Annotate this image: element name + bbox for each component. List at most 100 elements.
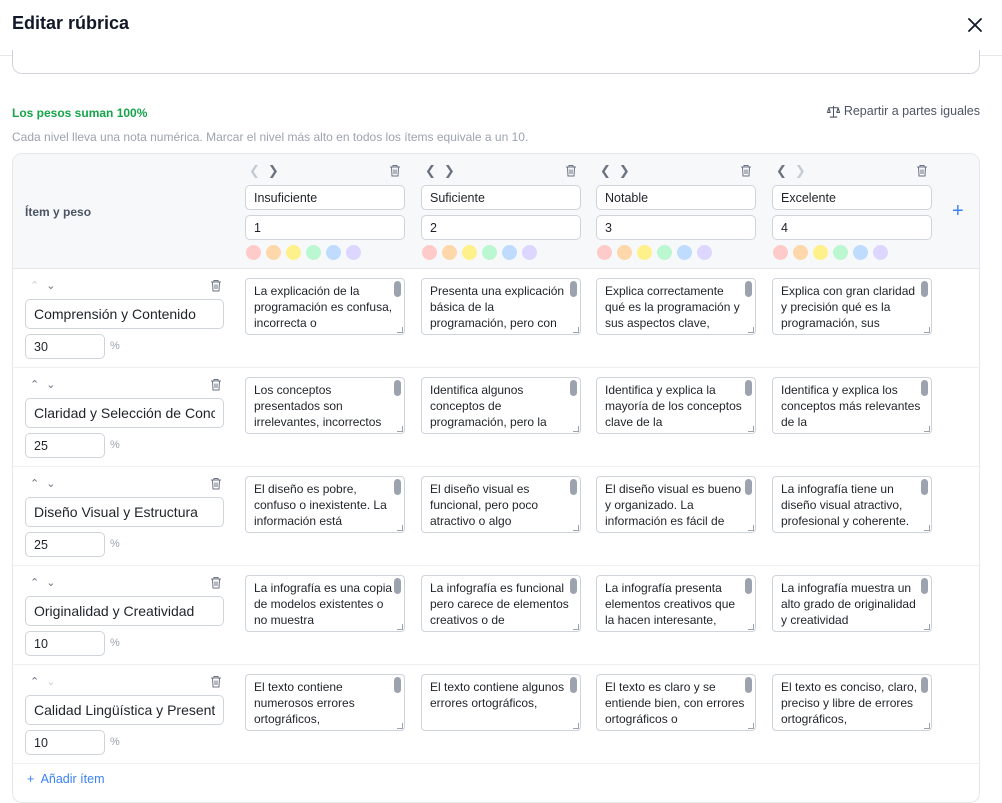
descriptor-textarea[interactable]: El diseño es pobre, confuso o inexistent… bbox=[245, 476, 405, 533]
close-icon[interactable] bbox=[964, 14, 986, 36]
distribute-equally-button[interactable]: Repartir a partes iguales bbox=[826, 104, 980, 118]
scrollbar-thumb[interactable] bbox=[570, 380, 577, 396]
resize-grip-icon[interactable] bbox=[748, 525, 754, 531]
level-name-input[interactable] bbox=[772, 185, 932, 210]
resize-grip-icon[interactable] bbox=[573, 525, 579, 531]
color-swatch[interactable] bbox=[697, 245, 712, 260]
color-swatch[interactable] bbox=[346, 245, 361, 260]
descriptor-textarea[interactable]: Explica con gran claridad y precisión qu… bbox=[772, 278, 932, 335]
color-swatch[interactable] bbox=[597, 245, 612, 260]
item-weight-input[interactable] bbox=[25, 334, 105, 359]
chevron-left-icon[interactable]: ❮ bbox=[249, 163, 260, 179]
color-swatch[interactable] bbox=[442, 245, 457, 260]
chevron-up-icon[interactable]: ⌃ bbox=[30, 477, 39, 490]
chevron-down-icon[interactable]: ⌄ bbox=[46, 279, 55, 292]
trash-icon[interactable] bbox=[740, 164, 752, 182]
color-swatch[interactable] bbox=[853, 245, 868, 260]
scrollbar-thumb[interactable] bbox=[745, 479, 752, 495]
resize-grip-icon[interactable] bbox=[748, 426, 754, 432]
chevron-up-icon[interactable]: ⌃ bbox=[30, 279, 39, 292]
level-score-input[interactable] bbox=[772, 215, 932, 240]
color-swatch[interactable] bbox=[246, 245, 261, 260]
color-swatch[interactable] bbox=[462, 245, 477, 260]
resize-grip-icon[interactable] bbox=[573, 624, 579, 630]
resize-grip-icon[interactable] bbox=[397, 327, 403, 333]
descriptor-textarea[interactable]: Identifica y explica los conceptos más r… bbox=[772, 377, 932, 434]
descriptor-textarea[interactable]: Los conceptos presentados son irrelevant… bbox=[245, 377, 405, 434]
scrollbar-thumb[interactable] bbox=[745, 281, 752, 297]
scrollbar-thumb[interactable] bbox=[921, 677, 928, 693]
chevron-left-icon[interactable]: ❮ bbox=[425, 163, 436, 179]
descriptor-textarea[interactable]: La explicación de la programación es con… bbox=[245, 278, 405, 335]
color-swatch[interactable] bbox=[502, 245, 517, 260]
chevron-right-icon[interactable]: ❯ bbox=[444, 163, 455, 179]
scrollbar-thumb[interactable] bbox=[921, 281, 928, 297]
scrollbar-thumb[interactable] bbox=[394, 479, 401, 495]
item-weight-input[interactable] bbox=[25, 730, 105, 755]
add-item-button[interactable]: + Añadir ítem bbox=[27, 772, 104, 786]
chevron-left-icon[interactable]: ❮ bbox=[600, 163, 611, 179]
chevron-left-icon[interactable]: ❮ bbox=[776, 163, 787, 179]
scrollbar-thumb[interactable] bbox=[921, 578, 928, 594]
scrollbar-thumb[interactable] bbox=[921, 380, 928, 396]
descriptor-textarea[interactable]: Identifica algunos conceptos de programa… bbox=[421, 377, 581, 434]
scrollbar-thumb[interactable] bbox=[570, 281, 577, 297]
resize-grip-icon[interactable] bbox=[397, 624, 403, 630]
descriptor-textarea[interactable]: El diseño visual es bueno y organizado. … bbox=[596, 476, 756, 533]
color-swatch[interactable] bbox=[773, 245, 788, 260]
resize-grip-icon[interactable] bbox=[397, 525, 403, 531]
resize-grip-icon[interactable] bbox=[924, 723, 930, 729]
resize-grip-icon[interactable] bbox=[924, 327, 930, 333]
trash-icon[interactable] bbox=[916, 164, 928, 182]
descriptor-textarea[interactable]: La infografía tiene un diseño visual atr… bbox=[772, 476, 932, 533]
scrollbar-thumb[interactable] bbox=[570, 578, 577, 594]
descriptor-textarea[interactable]: Presenta una explicación básica de la pr… bbox=[421, 278, 581, 335]
descriptor-textarea[interactable]: El texto contiene numerosos errores orto… bbox=[245, 674, 405, 731]
color-swatch[interactable] bbox=[422, 245, 437, 260]
resize-grip-icon[interactable] bbox=[748, 723, 754, 729]
trash-icon[interactable] bbox=[210, 477, 222, 495]
scrollbar-thumb[interactable] bbox=[394, 578, 401, 594]
resize-grip-icon[interactable] bbox=[924, 426, 930, 432]
descriptor-textarea[interactable]: La infografía es funcional pero carece d… bbox=[421, 575, 581, 632]
trash-icon[interactable] bbox=[389, 164, 401, 182]
level-name-input[interactable] bbox=[596, 185, 756, 210]
color-swatch[interactable] bbox=[482, 245, 497, 260]
descriptor-textarea[interactable]: El texto es conciso, claro, preciso y li… bbox=[772, 674, 932, 731]
chevron-down-icon[interactable]: ⌄ bbox=[46, 378, 55, 391]
color-swatch[interactable] bbox=[873, 245, 888, 260]
trash-icon[interactable] bbox=[210, 279, 222, 297]
chevron-up-icon[interactable]: ⌃ bbox=[30, 378, 39, 391]
descriptor-textarea[interactable]: Explica correctamente qué es la programa… bbox=[596, 278, 756, 335]
level-name-input[interactable] bbox=[245, 185, 405, 210]
trash-icon[interactable] bbox=[210, 675, 222, 693]
color-swatch[interactable] bbox=[793, 245, 808, 260]
descriptor-textarea[interactable]: El texto contiene algunos errores ortogr… bbox=[421, 674, 581, 731]
scrollbar-thumb[interactable] bbox=[745, 380, 752, 396]
item-name-input[interactable] bbox=[25, 497, 224, 527]
chevron-right-icon[interactable]: ❯ bbox=[619, 163, 630, 179]
color-swatch[interactable] bbox=[617, 245, 632, 260]
scrollbar-thumb[interactable] bbox=[570, 479, 577, 495]
color-swatch[interactable] bbox=[833, 245, 848, 260]
color-swatch[interactable] bbox=[677, 245, 692, 260]
chevron-down-icon[interactable]: ⌄ bbox=[46, 576, 55, 589]
trash-icon[interactable] bbox=[210, 576, 222, 594]
item-name-input[interactable] bbox=[25, 398, 224, 428]
scrollbar-thumb[interactable] bbox=[921, 479, 928, 495]
descriptor-textarea[interactable]: La infografía presenta elementos creativ… bbox=[596, 575, 756, 632]
chevron-down-icon[interactable]: ⌄ bbox=[46, 675, 55, 688]
item-name-input[interactable] bbox=[25, 299, 224, 329]
scrollbar-thumb[interactable] bbox=[745, 578, 752, 594]
resize-grip-icon[interactable] bbox=[924, 624, 930, 630]
previous-field-box[interactable] bbox=[12, 50, 980, 74]
descriptor-textarea[interactable]: El texto es claro y se entiende bien, co… bbox=[596, 674, 756, 731]
color-swatch[interactable] bbox=[522, 245, 537, 260]
scrollbar-thumb[interactable] bbox=[394, 677, 401, 693]
item-weight-input[interactable] bbox=[25, 631, 105, 656]
item-name-input[interactable] bbox=[25, 596, 224, 626]
item-name-input[interactable] bbox=[25, 695, 224, 725]
chevron-right-icon[interactable]: ❯ bbox=[795, 163, 806, 179]
level-score-input[interactable] bbox=[245, 215, 405, 240]
chevron-right-icon[interactable]: ❯ bbox=[268, 163, 279, 179]
